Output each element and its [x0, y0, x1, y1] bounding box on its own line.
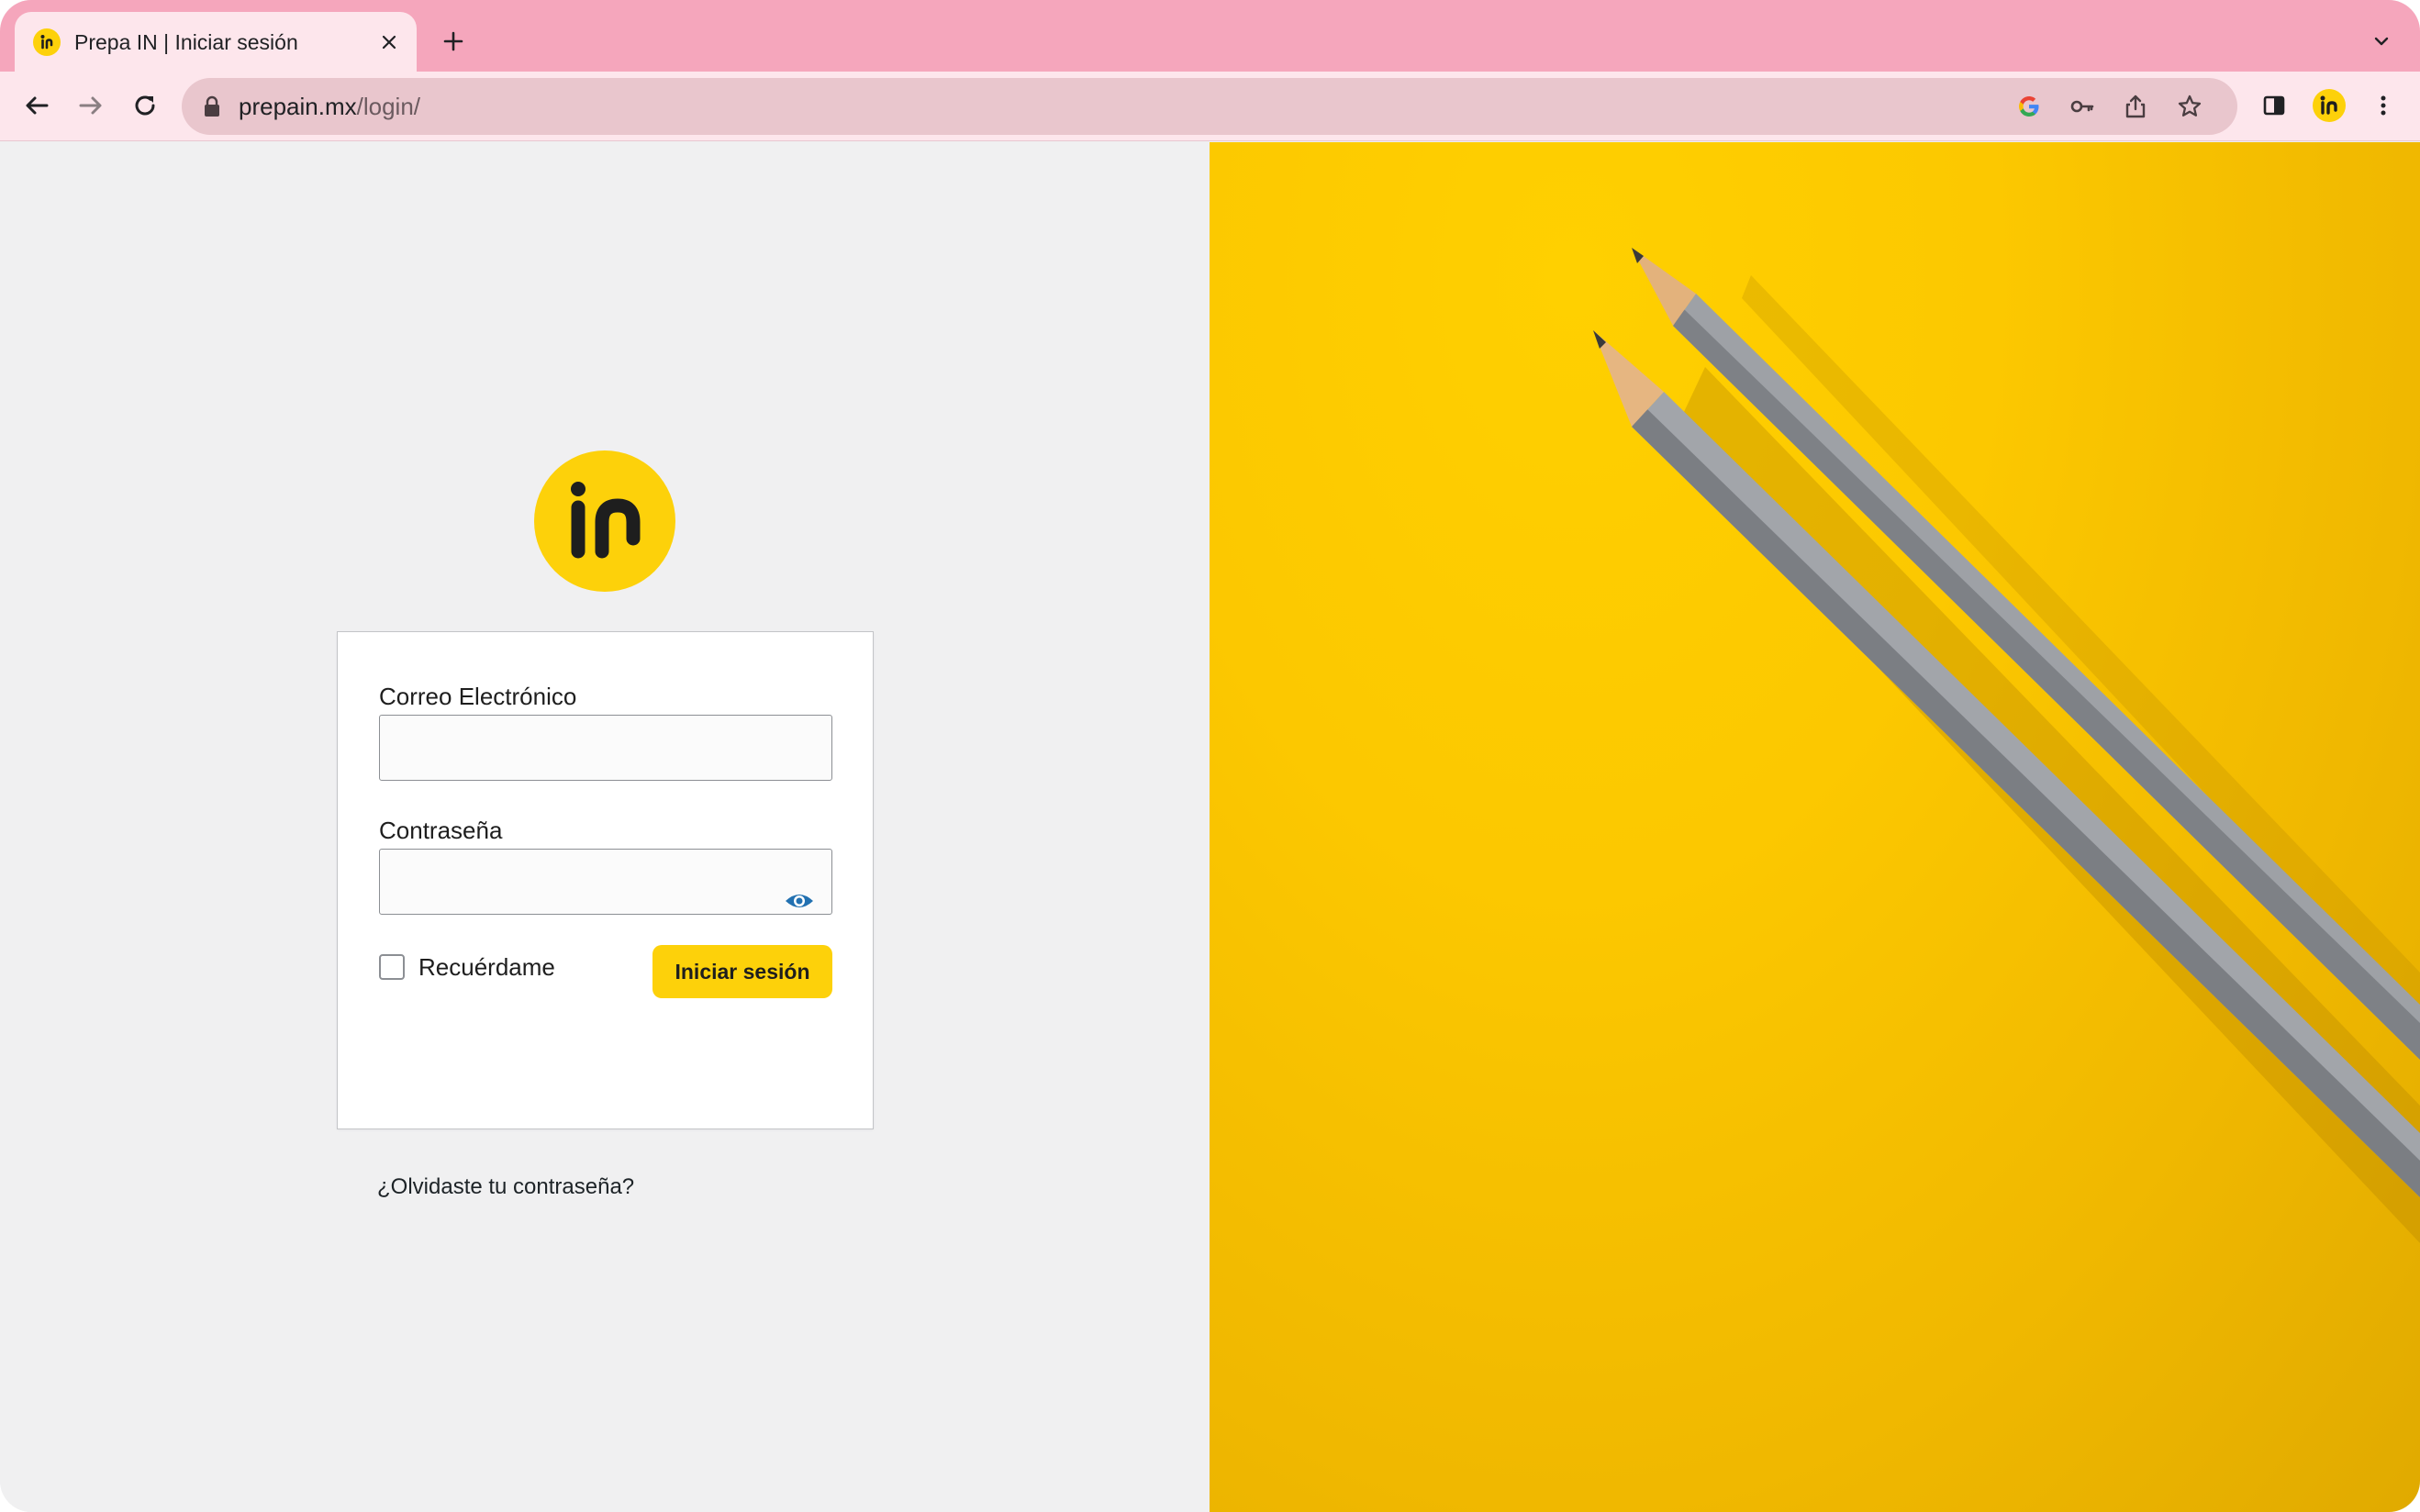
email-field[interactable]	[379, 715, 832, 781]
prepa-in-logo[interactable]	[534, 450, 675, 592]
lock-icon[interactable]	[202, 95, 222, 117]
password-label: Contraseña	[379, 817, 503, 844]
browser-toolbar: prepain.mx/login/	[0, 72, 2420, 141]
login-form: Correo Electrónico Contraseña Recuérdame…	[337, 631, 874, 1129]
hero-image-pencils	[1210, 142, 2420, 1512]
google-icon[interactable]	[2013, 90, 2046, 123]
address-bar[interactable]: prepain.mx/login/	[182, 78, 2237, 135]
forgot-password-link[interactable]: ¿Olvidaste tu contraseña?	[377, 1173, 634, 1201]
browser-window: Prepa IN | Iniciar sesión prepain.mx/log…	[0, 0, 2420, 1512]
star-icon[interactable]	[2173, 90, 2206, 123]
active-tab[interactable]: Prepa IN | Iniciar sesión	[15, 12, 417, 72]
pencil-upper	[1632, 248, 2420, 1060]
password-field[interactable]	[379, 849, 832, 915]
login-submit-button[interactable]: Iniciar sesión	[652, 945, 832, 998]
url-text[interactable]: prepain.mx/login/	[239, 93, 420, 120]
reload-icon[interactable]	[125, 85, 165, 126]
new-tab-plus-icon[interactable]	[438, 26, 469, 57]
tab-title: Prepa IN | Iniciar sesión	[74, 30, 298, 54]
profile-avatar[interactable]	[2309, 85, 2349, 126]
back-arrow-icon[interactable]	[17, 85, 57, 126]
share-icon[interactable]	[2119, 90, 2152, 123]
chevron-down-icon[interactable]	[2366, 26, 2397, 57]
remember-me-checkbox[interactable]	[379, 954, 405, 980]
kebab-menu-icon[interactable]	[2363, 85, 2403, 126]
show-password-eye-icon[interactable]	[779, 881, 820, 921]
login-pane: Correo Electrónico Contraseña Recuérdame…	[0, 142, 1210, 1512]
remember-me: Recuérdame	[379, 953, 555, 981]
pencil-lower	[1593, 330, 2420, 1197]
close-icon[interactable]	[374, 28, 404, 57]
page-content: Correo Electrónico Contraseña Recuérdame…	[0, 142, 2420, 1512]
forward-arrow-icon[interactable]	[71, 85, 111, 126]
side-panel-icon[interactable]	[2254, 85, 2294, 126]
key-icon[interactable]	[2066, 90, 2099, 123]
remember-me-label[interactable]: Recuérdame	[418, 953, 555, 981]
pencils-illustration	[1593, 248, 2420, 1243]
tab-strip: Prepa IN | Iniciar sesión	[0, 0, 2420, 72]
prepa-in-favicon-icon	[33, 28, 61, 56]
email-label: Correo Electrónico	[379, 683, 577, 710]
